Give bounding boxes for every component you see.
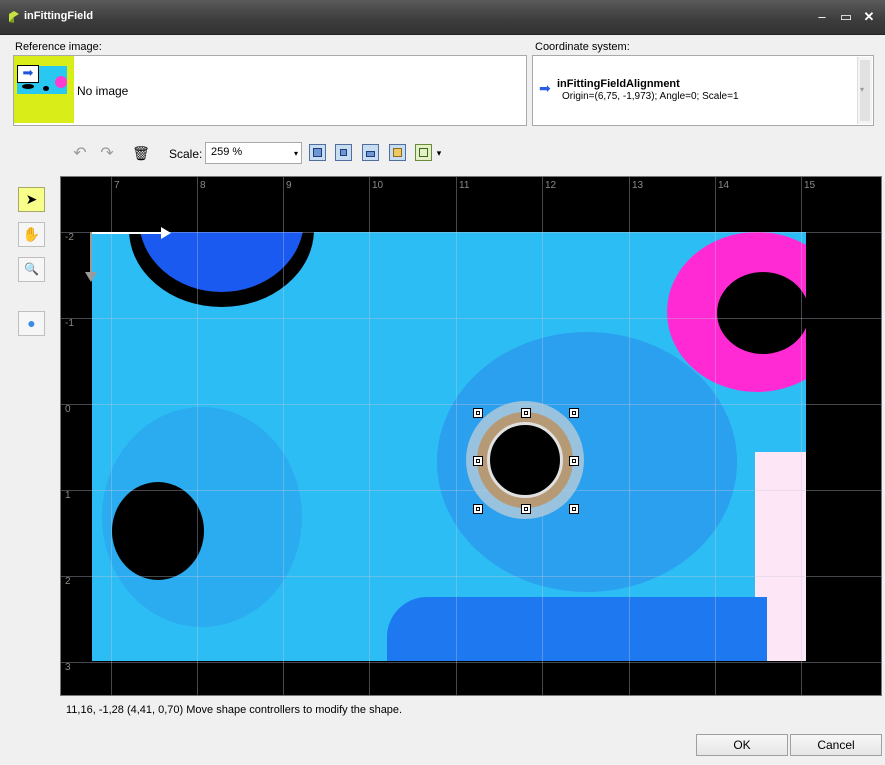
- close-button[interactable]: ✕: [861, 9, 877, 25]
- x-tick-label: 10: [372, 180, 384, 191]
- roi-button[interactable]: [415, 144, 432, 161]
- shape-handle[interactable]: [569, 456, 579, 466]
- grid-line: [283, 177, 284, 695]
- x-axis-arrow-head: [161, 227, 171, 239]
- image-blue-region: [387, 597, 767, 661]
- grid-line: [197, 177, 198, 695]
- fitting-field-ring-inner: [487, 422, 563, 498]
- scale-combo[interactable]: 259 % ▾: [205, 142, 302, 164]
- grid-line: [61, 490, 881, 491]
- x-tick-label: 11: [459, 180, 470, 191]
- undo-button[interactable]: ↶: [70, 142, 90, 164]
- coordinate-scrollbar[interactable]: ▾: [857, 57, 872, 124]
- grid-line: [61, 404, 881, 405]
- minimize-button[interactable]: –: [814, 9, 830, 25]
- image-dark-region: [112, 482, 204, 580]
- maximize-button[interactable]: ▭: [838, 9, 854, 25]
- select-tool-button[interactable]: ➤: [18, 187, 45, 212]
- grid-line: [801, 177, 802, 695]
- shape-handle[interactable]: [521, 408, 531, 418]
- x-tick-label: 9: [286, 180, 292, 191]
- y-tick-label: -1: [65, 318, 74, 329]
- grid-line: [61, 232, 881, 233]
- x-tick-label: 13: [632, 180, 644, 191]
- x-tick-label: 15: [804, 180, 816, 191]
- reference-thumbnail: ➡: [14, 56, 74, 123]
- shape-handle[interactable]: [569, 504, 579, 514]
- y-axis-arrow: [90, 232, 92, 274]
- x-tick-label: 12: [545, 180, 557, 191]
- zoom-actual-button[interactable]: [335, 144, 352, 161]
- coordinate-system-detail: Origin=(6,75, -1,973); Angle=0; Scale=1: [562, 91, 739, 102]
- zoom-fit-button[interactable]: [309, 144, 326, 161]
- x-axis-arrow: [91, 232, 163, 234]
- y-tick-label: 3: [65, 662, 71, 673]
- y-tick-label: 2: [65, 576, 71, 587]
- grid-line: [456, 177, 457, 695]
- x-tick-label: 7: [114, 180, 120, 191]
- shape-handle[interactable]: [473, 408, 483, 418]
- arrow-right-icon: ➡: [539, 80, 551, 96]
- grid-line: [715, 177, 716, 695]
- image-viewer[interactable]: 7 8 9 10 11 12 13 14 15 -2 -1 0 1 2 3: [60, 176, 882, 696]
- grid-line: [111, 177, 112, 695]
- grid-line: [61, 576, 881, 577]
- coordinate-system-name: inFittingFieldAlignment: [557, 78, 680, 90]
- scale-value: 259 %: [211, 146, 243, 158]
- app-icon: [7, 10, 21, 24]
- y-tick-label: -2: [65, 232, 74, 243]
- roi-dropdown-icon[interactable]: ▾: [434, 142, 444, 164]
- shape-handle[interactable]: [569, 408, 579, 418]
- pan-tool-button[interactable]: ✋: [18, 222, 45, 247]
- grid-line: [61, 318, 881, 319]
- grid-line: [369, 177, 370, 695]
- zoom-out-button[interactable]: [389, 144, 406, 161]
- status-text: 11,16, -1,28 (4,41, 0,70) Move shape con…: [66, 704, 403, 716]
- grid-line: [629, 177, 630, 695]
- coordinate-system-panel[interactable]: ➡ inFittingFieldAlignment Origin=(6,75, …: [532, 55, 874, 126]
- reference-image-label: Reference image:: [15, 41, 102, 53]
- redo-button[interactable]: ↷: [97, 142, 117, 164]
- grid-line: [61, 662, 881, 663]
- shape-handle[interactable]: [521, 504, 531, 514]
- shape-handle[interactable]: [473, 456, 483, 466]
- x-tick-label: 8: [200, 180, 206, 191]
- delete-button[interactable]: 🗑: [131, 142, 151, 164]
- viewer-image: [92, 232, 806, 661]
- zoom-in-button[interactable]: [362, 144, 379, 161]
- shape-handle[interactable]: [473, 504, 483, 514]
- y-tick-label: 0: [65, 404, 71, 415]
- arrow-icon: ➡: [17, 65, 39, 83]
- scroll-down-icon[interactable]: ▾: [860, 85, 864, 94]
- scale-label: Scale:: [169, 147, 203, 161]
- cancel-button[interactable]: Cancel: [790, 734, 882, 756]
- coordinate-system-label: Coordinate system:: [535, 41, 630, 53]
- ok-button[interactable]: OK: [696, 734, 788, 756]
- reference-image-panel[interactable]: ➡ No image: [13, 55, 527, 126]
- chevron-down-icon[interactable]: ▾: [294, 149, 298, 158]
- no-image-text: No image: [77, 84, 129, 98]
- circle-tool-button[interactable]: ●: [18, 311, 45, 336]
- title-bar: inFittingField – ▭ ✕: [0, 0, 885, 35]
- image-dark-region: [717, 272, 806, 354]
- y-tick-label: 1: [65, 490, 71, 501]
- x-tick-label: 14: [718, 180, 730, 191]
- y-axis-arrow-head: [85, 272, 97, 282]
- window-title: inFittingField: [24, 10, 94, 22]
- zoom-tool-button[interactable]: 🔍: [18, 257, 45, 282]
